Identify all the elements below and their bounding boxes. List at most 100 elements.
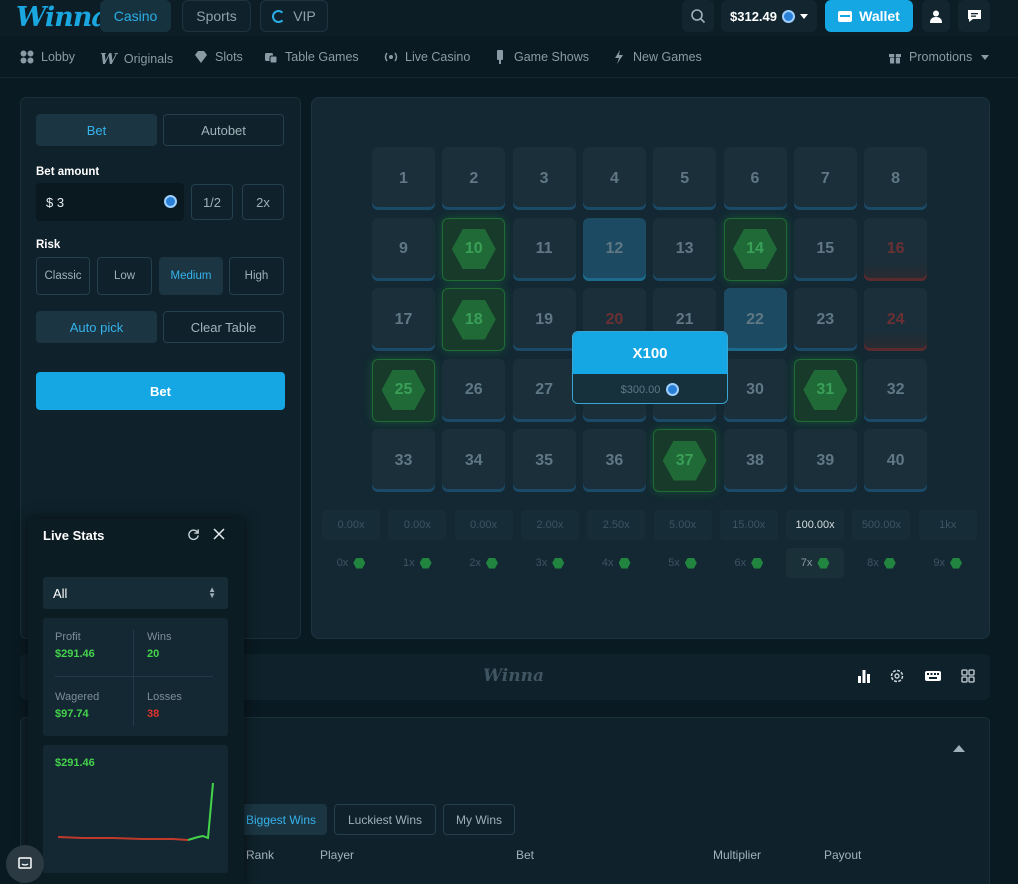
nav-table-games[interactable]: Table Games bbox=[264, 50, 359, 64]
search-button[interactable] bbox=[682, 0, 714, 32]
keno-tile[interactable]: 1 bbox=[372, 147, 435, 210]
hits-cell: 3x bbox=[521, 548, 579, 578]
bar-chart-icon[interactable] bbox=[856, 668, 872, 684]
keno-tile[interactable]: 35 bbox=[512, 429, 576, 492]
keno-tile[interactable]: 25 bbox=[372, 358, 435, 422]
risk-high-button[interactable]: High bbox=[229, 257, 284, 295]
keno-tile[interactable]: 26 bbox=[442, 358, 506, 422]
keno-tile[interactable]: 32 bbox=[864, 358, 928, 422]
keyboard-icon[interactable] bbox=[924, 668, 942, 684]
clear-table-label: Clear Table bbox=[190, 319, 257, 335]
keno-tile[interactable]: 33 bbox=[372, 429, 435, 492]
tab-biggest-wins[interactable]: Biggest Wins bbox=[235, 804, 327, 835]
double-bet-button[interactable]: 2x bbox=[242, 184, 284, 220]
keno-tile[interactable]: 24 bbox=[864, 288, 928, 351]
losses-label: Losses bbox=[147, 691, 182, 703]
keno-tile[interactable]: 22 bbox=[723, 288, 787, 351]
gem-icon bbox=[618, 557, 631, 569]
nav-slots[interactable]: Slots bbox=[194, 50, 243, 64]
keno-tile[interactable]: 39 bbox=[793, 429, 857, 492]
tab-casino[interactable]: Casino bbox=[100, 0, 171, 32]
keno-tile[interactable]: 9 bbox=[372, 217, 435, 281]
keno-tile[interactable]: 3 bbox=[512, 147, 576, 210]
nav-originals-label: Originals bbox=[123, 52, 174, 66]
keno-tile[interactable]: 34 bbox=[442, 429, 506, 492]
keno-tile[interactable]: 17 bbox=[372, 288, 435, 351]
balance-dropdown[interactable]: $312.49 bbox=[721, 0, 817, 32]
nav-lobby[interactable]: Lobby bbox=[20, 50, 75, 64]
keno-tile[interactable]: 13 bbox=[653, 217, 717, 281]
tab-luckiest-wins-label: Luckiest Wins bbox=[347, 812, 423, 827]
keno-tile[interactable]: 23 bbox=[793, 288, 857, 351]
keno-tile-number: 3 bbox=[539, 169, 549, 187]
keno-tile[interactable]: 11 bbox=[512, 217, 576, 281]
keno-tile-number: 12 bbox=[605, 240, 624, 257]
keno-tile[interactable]: 7 bbox=[793, 147, 857, 210]
keno-tile[interactable]: 38 bbox=[723, 429, 787, 492]
clear-table-button[interactable]: Clear Table bbox=[163, 311, 284, 343]
stats-filter-select[interactable]: All ▲ ▼ bbox=[43, 577, 228, 609]
collapse-icon[interactable] bbox=[953, 745, 965, 752]
keno-tile[interactable]: 27 bbox=[512, 358, 576, 422]
nav-game-shows[interactable]: Game Shows bbox=[493, 50, 589, 64]
keno-tile[interactable]: 16 bbox=[864, 217, 928, 281]
place-bet-button[interactable]: Bet bbox=[36, 372, 285, 410]
keno-tile[interactable]: 19 bbox=[512, 288, 576, 351]
hits-count: 8x bbox=[867, 557, 879, 569]
nav-new-games[interactable]: New Games bbox=[612, 50, 702, 64]
keno-tile[interactable]: 30 bbox=[723, 358, 787, 422]
gem-icon bbox=[950, 557, 962, 569]
tab-my-wins[interactable]: My Wins bbox=[443, 804, 515, 835]
keno-tile[interactable]: 10 bbox=[442, 217, 506, 281]
support-chat-button[interactable] bbox=[6, 845, 44, 883]
nav-originals[interactable]: W Originals bbox=[100, 50, 173, 68]
keno-tile[interactable]: 36 bbox=[582, 429, 646, 492]
keno-tile-number: 7 bbox=[820, 169, 830, 187]
keno-tile[interactable]: 37 bbox=[653, 429, 717, 492]
tab-bet[interactable]: Bet bbox=[36, 114, 157, 146]
refresh-icon[interactable] bbox=[187, 528, 200, 541]
chat-icon bbox=[967, 10, 981, 22]
hits-cell: 2x bbox=[455, 548, 513, 578]
grid-icon bbox=[20, 50, 34, 64]
gear-icon[interactable] bbox=[889, 668, 905, 684]
wallet-button[interactable]: Wallet bbox=[825, 0, 913, 32]
hits-cell: 5x bbox=[654, 548, 712, 578]
half-bet-button[interactable]: 1/2 bbox=[191, 184, 233, 220]
keno-tile[interactable]: 40 bbox=[864, 429, 928, 492]
risk-low-button[interactable]: Low bbox=[97, 257, 152, 295]
close-icon[interactable] bbox=[213, 528, 225, 540]
live-stats-panel[interactable]: Live Stats All ▲ ▼ Profit $291.46 Wins 20… bbox=[28, 519, 244, 884]
bet-amount-input[interactable]: $ 3 bbox=[36, 183, 184, 221]
risk-medium-button[interactable]: Medium bbox=[159, 257, 223, 295]
layout-grid-icon[interactable] bbox=[960, 668, 976, 684]
hits-cell: 1x bbox=[388, 548, 446, 578]
keno-tile-number: 19 bbox=[535, 310, 553, 328]
tab-luckiest-wins[interactable]: Luckiest Wins bbox=[334, 804, 436, 835]
keno-tile[interactable]: 15 bbox=[793, 217, 857, 281]
tab-sports[interactable]: Sports bbox=[182, 0, 251, 32]
keno-tile-number: 36 bbox=[605, 451, 624, 469]
keno-tile[interactable]: 12 bbox=[582, 217, 646, 281]
tab-vip[interactable]: VIP bbox=[260, 0, 328, 32]
tab-autobet[interactable]: Autobet bbox=[163, 114, 284, 146]
auto-pick-button[interactable]: Auto pick bbox=[36, 311, 157, 343]
keno-tile[interactable]: 5 bbox=[653, 147, 717, 210]
lightning-icon bbox=[615, 50, 623, 64]
keno-tile[interactable]: 18 bbox=[442, 288, 506, 351]
profile-button[interactable] bbox=[922, 0, 950, 32]
keno-tile[interactable]: 31 bbox=[793, 358, 857, 422]
risk-classic-button[interactable]: Classic bbox=[36, 257, 90, 295]
gem-icon bbox=[552, 557, 565, 569]
keno-tile[interactable]: 2 bbox=[442, 147, 506, 210]
nav-live-casino[interactable]: Live Casino bbox=[384, 50, 470, 64]
keno-tile[interactable]: 14 bbox=[723, 217, 787, 281]
winna-logo[interactable]: Winna bbox=[16, 2, 109, 33]
keno-tile[interactable]: 6 bbox=[723, 147, 787, 210]
keno-tile[interactable]: 4 bbox=[582, 147, 646, 210]
keno-tile[interactable]: 8 bbox=[864, 147, 928, 210]
chat-button[interactable] bbox=[958, 0, 990, 32]
stats-filter-value: All bbox=[53, 585, 68, 601]
payout-tooltip: X100 $300.00 bbox=[572, 331, 728, 404]
promotions-dropdown[interactable]: Promotions bbox=[888, 50, 990, 64]
